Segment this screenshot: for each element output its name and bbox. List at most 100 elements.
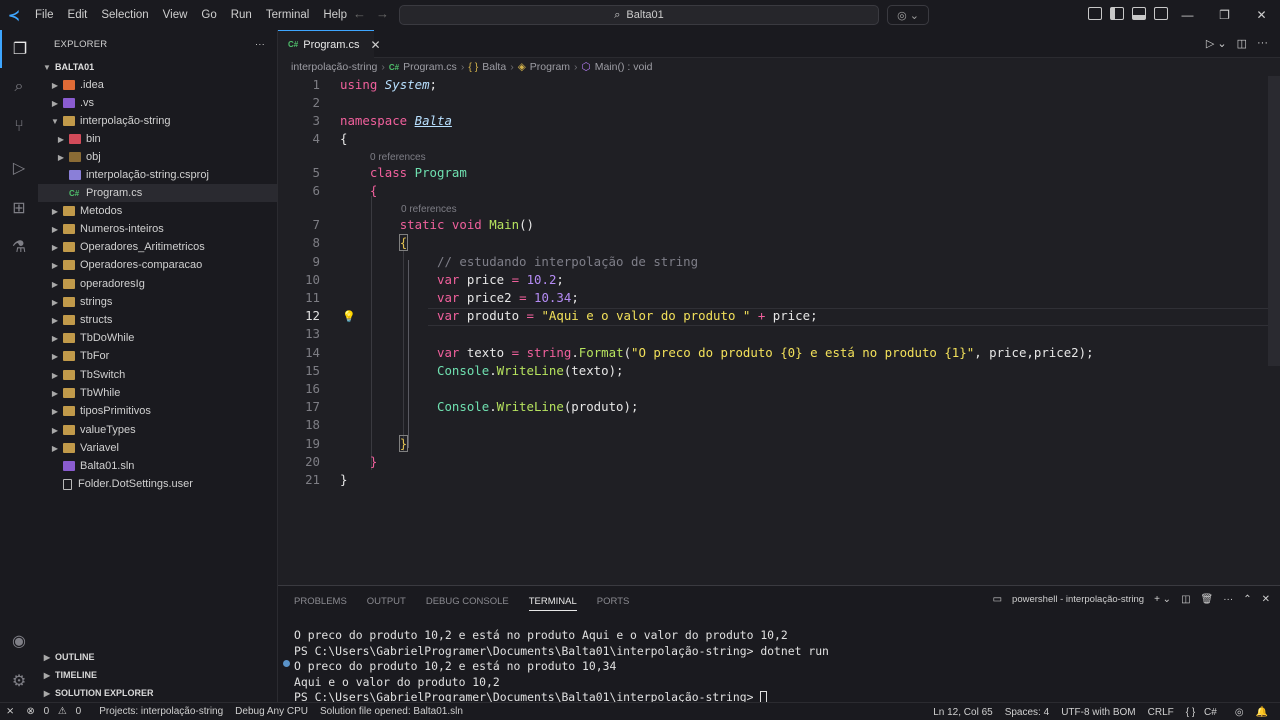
menu-terminal[interactable]: Terminal: [259, 0, 316, 30]
project-indicator[interactable]: Projects: interpolação-string: [93, 706, 229, 717]
tree-item-tiposprimitivos[interactable]: ▶ tiposPrimitivos: [38, 402, 277, 420]
trash-icon[interactable]: 🗑: [1201, 594, 1214, 605]
indentation[interactable]: Spaces: 4: [999, 707, 1055, 718]
minimize-icon[interactable]: —: [1169, 0, 1206, 30]
close-tab-icon[interactable]: ✕: [370, 38, 380, 52]
breadcrumb-file[interactable]: Program.cs: [403, 61, 457, 73]
more-actions-icon[interactable]: ···: [1257, 37, 1268, 50]
command-center-search[interactable]: ⌕ Balta01: [399, 5, 879, 25]
tree-item-operadores-comparacao[interactable]: ▶ Operadores-comparacao: [38, 256, 277, 274]
timeline-section[interactable]: ▶ TIMELINE: [38, 666, 277, 684]
debug-config[interactable]: Debug Any CPU: [229, 706, 314, 717]
terminal-line: Aqui e o valor do produto 10,2: [294, 674, 500, 689]
tree-item-vs[interactable]: ▶ .vs: [38, 94, 277, 112]
notifications-bell-icon[interactable]: 🔔: [1250, 707, 1274, 718]
tree-item-program-cs[interactable]: C# Program.cs: [38, 184, 277, 202]
tree-item-obj[interactable]: ▶ obj: [38, 148, 277, 166]
tree-item-variavel[interactable]: ▶ Variavel: [38, 439, 277, 457]
command-decoration-icon[interactable]: [283, 660, 290, 667]
solution-status[interactable]: Solution file opened: Balta01.sln: [314, 706, 469, 717]
tree-item-numeros-inteiros[interactable]: ▶ Numeros-inteiros: [38, 220, 277, 238]
settings-gear-icon[interactable]: ⚙: [0, 662, 38, 700]
toggle-secondary-sidebar-icon[interactable]: [1154, 7, 1168, 20]
terminal-output[interactable]: O preco do produto 10,2 e está no produt…: [294, 628, 829, 706]
line-ending[interactable]: CRLF: [1142, 707, 1180, 718]
terminal-name[interactable]: powershell - interpolação-string: [1012, 594, 1144, 605]
run-icon[interactable]: ▷ ⌄: [1206, 37, 1227, 50]
tree-item-strings[interactable]: ▶ strings: [38, 293, 277, 311]
source-control-icon[interactable]: ⑂: [0, 108, 38, 146]
copilot-status-icon[interactable]: ◎: [1229, 707, 1250, 718]
tree-item-csproj[interactable]: interpolação-string.csproj: [38, 166, 277, 184]
menu-run[interactable]: Run: [224, 0, 259, 30]
tab-output[interactable]: OUTPUT: [367, 596, 406, 611]
outline-section[interactable]: ▶ OUTLINE: [38, 648, 277, 666]
close-panel-icon[interactable]: ✕: [1262, 594, 1270, 605]
extensions-icon[interactable]: ⊞: [0, 189, 38, 227]
breadcrumb-class[interactable]: Program: [530, 61, 570, 73]
tab-debug-console[interactable]: DEBUG CONSOLE: [426, 596, 509, 611]
chevron-down-icon: ▼: [43, 62, 51, 72]
search-view-icon[interactable]: ⌕: [0, 68, 38, 106]
remote-icon[interactable]: ⨯: [0, 706, 20, 717]
cursor-position[interactable]: Ln 12, Col 65: [927, 707, 999, 718]
keyword: static: [399, 217, 445, 232]
menu-selection[interactable]: Selection: [94, 0, 155, 30]
tree-item-sln[interactable]: Balta01.sln: [38, 457, 277, 475]
tab-terminal[interactable]: TERMINAL: [528, 596, 577, 611]
language-mode[interactable]: { } C#: [1180, 707, 1229, 718]
restore-icon[interactable]: ❐: [1206, 0, 1243, 30]
codelens-references[interactable]: 0 references: [370, 152, 426, 163]
explorer-files-icon[interactable]: ❐: [0, 30, 38, 68]
codelens-references[interactable]: 0 references: [401, 204, 457, 215]
tab-problems[interactable]: PROBLEMS: [294, 596, 347, 611]
errors-count: 0: [43, 706, 50, 717]
tree-item-tbwhile[interactable]: ▶ TbWhile: [38, 384, 277, 402]
more-actions-icon[interactable]: ···: [255, 39, 265, 50]
menu-help[interactable]: Help: [316, 0, 354, 30]
forward-arrow-icon[interactable]: →: [376, 6, 389, 21]
back-arrow-icon[interactable]: ←: [353, 6, 366, 21]
tree-item-tbfor[interactable]: ▶ TbFor: [38, 347, 277, 365]
tree-item-operadores-aritimetricos[interactable]: ▶ Operadores_Aritimetricos: [38, 238, 277, 256]
testing-flask-icon[interactable]: ⚗: [0, 228, 38, 266]
problems-indicator[interactable]: ⊗ 0 ⚠ 0: [20, 706, 93, 717]
tree-item-dotsettings[interactable]: Folder.DotSettings.user: [38, 475, 277, 493]
tab-program-cs[interactable]: C# Program.cs ✕: [278, 30, 381, 58]
close-window-icon[interactable]: ✕: [1243, 0, 1280, 30]
tree-item-idea[interactable]: ▶ .idea: [38, 76, 277, 94]
tree-item-interpolacao-string[interactable]: ▼ interpolação-string: [38, 112, 277, 130]
breadcrumb-namespace[interactable]: Balta: [482, 61, 506, 73]
maximize-panel-icon[interactable]: ⌃: [1243, 594, 1251, 605]
tree-item-structs[interactable]: ▶ structs: [38, 311, 277, 329]
toggle-primary-sidebar-icon[interactable]: [1110, 7, 1124, 20]
tree-item-operadoresig[interactable]: ▶ operadoresIg: [38, 275, 277, 293]
more-actions-icon[interactable]: ···: [1223, 594, 1233, 605]
tab-ports[interactable]: PORTS: [597, 596, 630, 611]
tree-item-metodos[interactable]: ▶ Metodos: [38, 202, 277, 220]
workspace-root[interactable]: ▼ BALTA01: [38, 58, 277, 76]
tree-item-valuetypes[interactable]: ▶ valueTypes: [38, 421, 277, 439]
add-terminal-icon[interactable]: + ⌄: [1154, 594, 1171, 605]
line-number: 18: [305, 417, 320, 432]
run-debug-icon[interactable]: ▷: [0, 149, 38, 187]
editor-scrollbar[interactable]: [1268, 76, 1280, 366]
breadcrumb-method[interactable]: Main() : void: [595, 61, 653, 73]
split-editor-icon[interactable]: ◫: [1237, 37, 1247, 50]
encoding[interactable]: UTF-8 with BOM: [1055, 707, 1141, 718]
menu-edit[interactable]: Edit: [61, 0, 95, 30]
tree-item-tbswitch[interactable]: ▶ TbSwitch: [38, 366, 277, 384]
account-icon[interactable]: ◉: [0, 622, 38, 660]
menu-go[interactable]: Go: [194, 0, 223, 30]
copilot-button[interactable]: ◎ ⌄: [887, 5, 929, 25]
code-editor[interactable]: 💡 1 2 3 4 5 6 7 8 9 10 11 12 13 14 15 16…: [278, 76, 1278, 584]
menu-view[interactable]: View: [156, 0, 195, 30]
customize-layout-icon[interactable]: [1088, 7, 1102, 20]
solution-explorer-section[interactable]: ▶ SOLUTION EXPLORER: [38, 684, 277, 702]
tree-item-bin[interactable]: ▶ bin: [38, 130, 277, 148]
toggle-panel-icon[interactable]: [1132, 7, 1146, 20]
breadcrumb-folder[interactable]: interpolação-string: [291, 61, 377, 73]
split-terminal-icon[interactable]: ◫: [1181, 594, 1190, 605]
tree-item-tbdowhile[interactable]: ▶ TbDoWhile: [38, 329, 277, 347]
menu-file[interactable]: File: [28, 0, 61, 30]
